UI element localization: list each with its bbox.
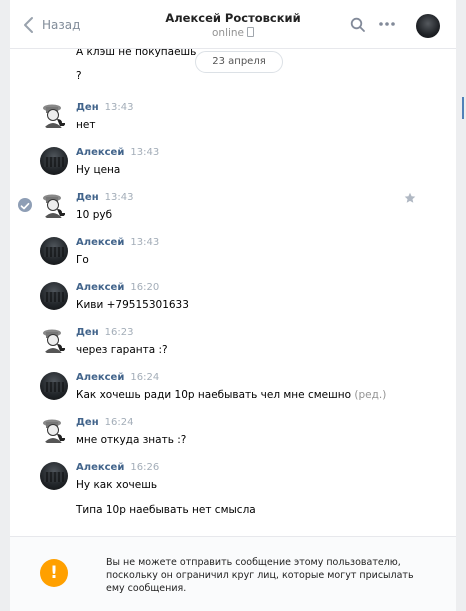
message-text: Ну цена	[76, 164, 121, 176]
sender-avatar[interactable]	[40, 102, 68, 130]
sender-name[interactable]: Ден 13:43	[76, 102, 133, 113]
message-time: 16:23	[104, 327, 134, 338]
sender-name[interactable]: Алексей 13:43	[76, 237, 159, 248]
blocked-notice: ! Вы не можете отправить сообщение этому…	[10, 536, 456, 611]
message-text: Киви +79515301633	[76, 299, 189, 311]
more-icon[interactable]	[378, 21, 396, 27]
warning-icon: !	[40, 559, 68, 587]
message-text: Ну как хочешь	[76, 479, 158, 491]
message-text: мне откуда знать :?	[76, 434, 187, 446]
detective-avatar-icon	[43, 419, 65, 443]
message-text: нет	[76, 119, 96, 131]
sender-name[interactable]: Ден 16:23	[76, 327, 133, 338]
sender-avatar[interactable]	[40, 192, 68, 220]
edited-label: (ред.)	[354, 389, 387, 401]
message-time: 13:43	[104, 102, 134, 113]
message-text: Типа 10р наебывать нет смысла	[76, 504, 256, 516]
sender-name[interactable]: Ден 16:24	[76, 417, 133, 428]
sender-avatar[interactable]	[40, 372, 68, 400]
message-text: А клэш не покупаешь	[76, 49, 197, 58]
message-text: ?	[76, 70, 82, 82]
message-text: через гаранта :?	[76, 344, 168, 356]
sender-avatar[interactable]	[40, 417, 68, 445]
message-time: 16:26	[130, 462, 160, 473]
star-icon[interactable]	[404, 192, 416, 204]
sender-avatar[interactable]	[40, 237, 68, 265]
sender-avatar[interactable]	[40, 282, 68, 310]
message-text: Го	[76, 254, 89, 266]
message-feed[interactable]: А клэш не покупаешь ? 23 апреля Ден 13:43…	[10, 49, 456, 533]
sender-name[interactable]: Алексей 16:20	[76, 282, 159, 293]
sender-avatar[interactable]	[40, 147, 68, 175]
message-time: 16:24	[104, 417, 134, 428]
search-icon[interactable]	[350, 17, 366, 33]
sender-name[interactable]: Алексей 16:24	[76, 372, 159, 383]
detective-avatar-icon	[43, 329, 65, 353]
chat-header: Назад Алексей Ростовский online	[10, 0, 456, 49]
detective-avatar-icon	[43, 104, 65, 128]
selected-check-icon[interactable]	[18, 198, 32, 212]
sender-avatar[interactable]	[40, 462, 68, 490]
message-time: 16:24	[130, 372, 160, 383]
message-text: Как хочешь ради 10р наебывать чел мне см…	[76, 389, 387, 401]
message-time: 13:43	[104, 192, 134, 203]
sender-name[interactable]: Алексей 13:43	[76, 147, 159, 158]
chat-window: Назад Алексей Ростовский online А клэш н…	[10, 0, 456, 611]
sender-avatar[interactable]	[40, 327, 68, 355]
message-time: 13:43	[130, 147, 160, 158]
notice-text: Вы не можете отправить сообщение этому п…	[106, 557, 414, 594]
message-time: 13:43	[130, 237, 160, 248]
message-time: 16:20	[130, 282, 160, 293]
mobile-icon	[247, 27, 255, 37]
scroll-indicator[interactable]	[462, 97, 464, 119]
sender-name[interactable]: Алексей 16:26	[76, 462, 159, 473]
contact-avatar[interactable]	[416, 14, 440, 38]
sender-name[interactable]: Ден 13:43	[76, 192, 133, 203]
online-status: online	[10, 27, 456, 39]
message-text: 10 руб	[76, 209, 113, 221]
date-divider: 23 апреля	[195, 51, 283, 73]
detective-avatar-icon	[43, 194, 65, 218]
